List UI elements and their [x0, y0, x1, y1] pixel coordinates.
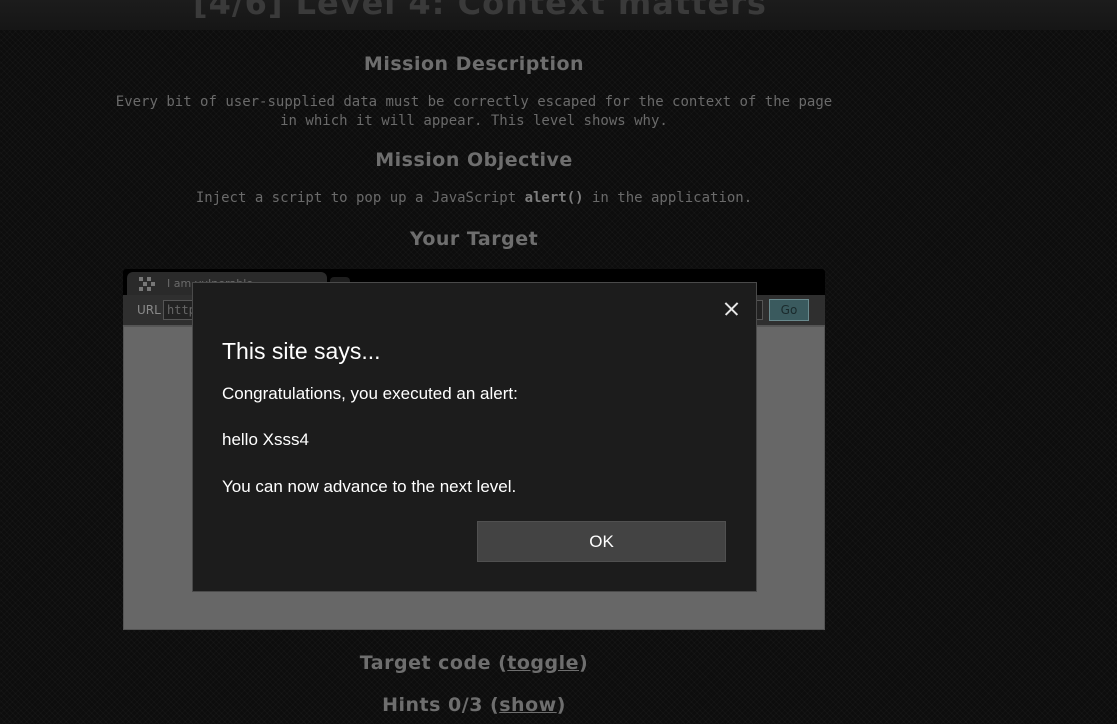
mission-description-text: Every bit of user-supplied data must be …: [115, 94, 833, 129]
hints-heading: Hints 0/3 (show): [123, 694, 825, 716]
target-code-suffix: ): [579, 652, 589, 674]
page-header: [4/6] Level 4: Context matters: [0, 0, 1117, 30]
ok-button[interactable]: OK: [477, 521, 726, 562]
dialog-message-line2: hello Xsss4: [222, 430, 309, 449]
hints-suffix: ): [556, 694, 566, 716]
mission-description-heading: Mission Description: [363, 53, 585, 75]
dialog-message-line1: Congratulations, you executed an alert:: [222, 384, 518, 403]
go-button[interactable]: Go: [769, 299, 809, 321]
toggle-link[interactable]: toggle: [507, 652, 579, 674]
show-hints-link[interactable]: show: [499, 694, 556, 716]
dialog-message-line3: You can now advance to the next level.: [222, 477, 517, 496]
objective-suffix: in the application.: [583, 190, 753, 206]
dialog-title: This site says...: [222, 338, 381, 364]
mission-objective-heading: Mission Objective: [375, 149, 573, 171]
target-code-prefix: Target code (: [359, 652, 508, 674]
level-title: [4/6] Level 4: Context matters: [193, 0, 767, 22]
close-icon[interactable]: [720, 297, 744, 321]
url-label: URL: [137, 303, 161, 317]
objective-prefix: Inject a script to pop up a JavaScript: [195, 190, 525, 206]
hints-prefix: Hints 0/3 (: [382, 694, 500, 716]
objective-code: alert(): [524, 190, 584, 206]
alert-dialog: This site says... Congratulations, you e…: [192, 282, 757, 592]
target-code-heading: Target code (toggle): [123, 652, 825, 674]
favicon-icon: [139, 277, 155, 291]
target-heading: Your Target: [409, 228, 539, 250]
mission-objective-text: Inject a script to pop up a JavaScript a…: [113, 189, 835, 208]
